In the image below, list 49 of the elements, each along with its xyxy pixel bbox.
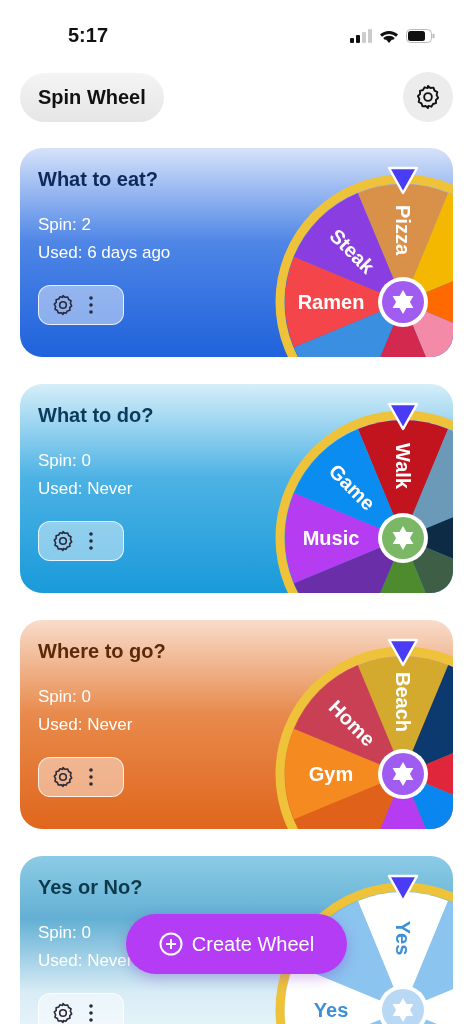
spin-button[interactable] xyxy=(378,749,428,799)
app-title: Spin Wheel xyxy=(20,72,164,122)
segment-label: Music xyxy=(302,527,360,549)
wheel-title: What to do? xyxy=(38,404,154,427)
settings-button[interactable] xyxy=(51,529,75,553)
wheel-stat: Used: 6 days ago xyxy=(38,243,171,263)
more-icon xyxy=(89,296,93,314)
settings-icon xyxy=(51,1001,75,1024)
wheel-title: What to eat? xyxy=(38,168,158,191)
more-icon xyxy=(89,1004,93,1022)
wifi-icon xyxy=(379,28,399,44)
segment-label: Gym xyxy=(308,763,354,785)
segment-label: Pizza xyxy=(392,205,414,255)
settings-icon xyxy=(414,83,442,111)
more-button[interactable] xyxy=(89,532,93,550)
pointer-icon xyxy=(387,638,419,667)
settings-icon xyxy=(51,293,75,317)
wheel-title: Where to go? xyxy=(38,640,166,663)
segment-label: Ramen xyxy=(297,291,365,313)
settings-icon xyxy=(51,529,75,553)
more-icon xyxy=(89,532,93,550)
pointer-icon xyxy=(387,166,419,195)
settings-icon xyxy=(51,765,75,789)
signal-icon xyxy=(350,29,372,43)
status-time: 5:17 xyxy=(68,23,109,47)
wheel-stat: Spin: 0 xyxy=(38,923,91,943)
segment-label: Yes xyxy=(392,920,414,956)
wheel-stat: Used: Never xyxy=(38,479,133,499)
plus-circle-icon xyxy=(158,932,183,956)
settings-button[interactable] xyxy=(51,293,75,317)
spin-button[interactable] xyxy=(378,277,428,327)
segment-label: Yes xyxy=(313,999,349,1021)
wheel-stat: Spin: 0 xyxy=(38,687,91,707)
segment-label: Beach xyxy=(392,672,414,732)
wheel-stat: Spin: 2 xyxy=(38,215,91,235)
more-button[interactable] xyxy=(89,1004,93,1022)
wheel-title: Yes or No? xyxy=(38,876,143,899)
more-button[interactable] xyxy=(89,768,93,786)
wheel-stat: Used: Never xyxy=(38,715,133,735)
settings-button[interactable] xyxy=(51,1001,75,1024)
spin-button[interactable] xyxy=(378,513,428,563)
more-button[interactable] xyxy=(89,296,93,314)
pointer-icon xyxy=(387,402,419,431)
segment-label: Walk xyxy=(392,443,414,489)
more-icon xyxy=(89,768,93,786)
settings-button[interactable] xyxy=(403,72,453,122)
wheel-stat: Spin: 0 xyxy=(38,451,91,471)
settings-button[interactable] xyxy=(51,765,75,789)
battery-icon xyxy=(406,29,435,43)
